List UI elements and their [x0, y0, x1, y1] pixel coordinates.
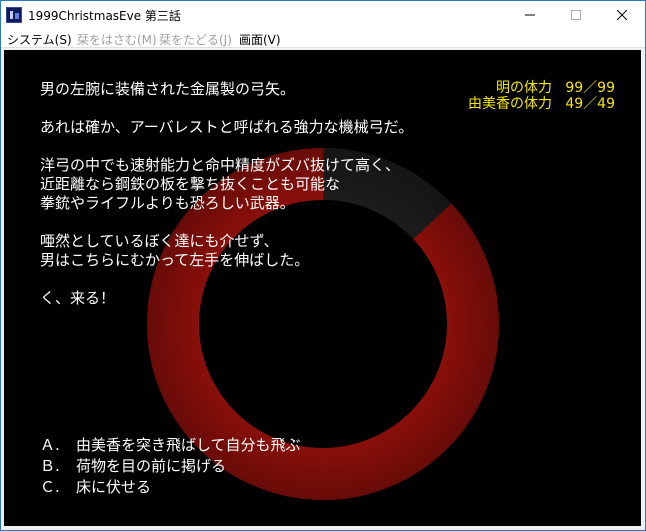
yumika-stamina-value: 49／49: [565, 96, 615, 112]
choice-key: Ａ.: [40, 436, 60, 454]
story-line: く、来る！: [40, 289, 116, 307]
window-title: 1999ChristmasEve 第三話: [28, 9, 181, 23]
choice-text: 由美香を突き飛ばして自分も飛ぶ: [76, 436, 301, 454]
yumika-stamina-label: 由美香の体力: [468, 96, 552, 112]
akira-stamina-label: 明の体力: [496, 80, 552, 96]
menu-insert-bookmark[interactable]: 栞をはさむ(M): [77, 31, 157, 48]
menu-bar: システム(S) 栞をはさむ(M) 栞をたどる(J) 画面(V): [1, 29, 645, 48]
maximize-icon: [571, 10, 581, 20]
minimize-button[interactable]: [507, 1, 553, 29]
story-line: 男の左腕に装備された金属製の弓矢。: [40, 80, 296, 98]
akira-stamina: 明の体力 99／99: [468, 80, 615, 96]
story-line: [40, 137, 413, 156]
story-line: 唖然としているぼく達にも介せず、: [40, 232, 279, 250]
choice-key: Ｃ.: [40, 478, 60, 496]
game-screen[interactable]: 男の左腕に装備された金属製の弓矢。 あれは確か、アーバレストと呼ばれる強力な機械…: [4, 50, 641, 526]
maximize-button[interactable]: [553, 1, 599, 29]
choice-text: 床に伏せる: [76, 478, 152, 496]
choice-key: Ｂ.: [40, 457, 60, 475]
akira-stamina-value: 99／99: [565, 80, 615, 96]
game-window: 1999ChristmasEve 第三話 システム(S) 栞をはさむ(M) 栞を…: [0, 0, 646, 531]
choice-b[interactable]: Ｂ. 荷物を目の前に掲げる: [40, 456, 301, 477]
story-line: 近距離なら鋼鉄の板を撃ち抜くことも可能な: [40, 175, 341, 193]
story-line: [40, 99, 413, 118]
story-line: 男はこちらにむかって左手を伸ばした。: [40, 251, 310, 269]
choice-c[interactable]: Ｃ. 床に伏せる: [40, 477, 301, 498]
story-line: [40, 213, 413, 232]
minimize-icon: [525, 14, 535, 16]
choice-text: 荷物を目の前に掲げる: [76, 457, 227, 475]
story-text: 男の左腕に装備された金属製の弓矢。 あれは確か、アーバレストと呼ばれる強力な機械…: [40, 80, 413, 308]
choice-a[interactable]: Ａ. 由美香を突き飛ばして自分も飛ぶ: [40, 435, 301, 456]
story-line: 拳銃やライフルよりも恐ろしい武器。: [40, 194, 295, 212]
story-line: 洋弓の中でも速射能力と命中精度がズバ抜けて高く、: [40, 156, 401, 174]
yumika-stamina: 由美香の体力 49／49: [468, 96, 615, 112]
menu-system[interactable]: システム(S): [7, 31, 72, 48]
story-line: [40, 270, 413, 289]
title-bar[interactable]: 1999ChristmasEve 第三話: [1, 1, 645, 29]
story-line: あれは確か、アーバレストと呼ばれる強力な機械弓だ。: [40, 118, 414, 136]
close-button[interactable]: [599, 1, 645, 29]
close-icon: [617, 10, 627, 20]
choice-list: Ａ. 由美香を突き飛ばして自分も飛ぶ Ｂ. 荷物を目の前に掲げる Ｃ. 床に伏せる: [40, 435, 301, 498]
menu-follow-bookmark[interactable]: 栞をたどる(J): [159, 31, 232, 48]
stamina-panel: 明の体力 99／99 由美香の体力 49／49: [468, 80, 615, 112]
app-icon[interactable]: [6, 7, 22, 23]
menu-screen[interactable]: 画面(V): [239, 31, 281, 48]
